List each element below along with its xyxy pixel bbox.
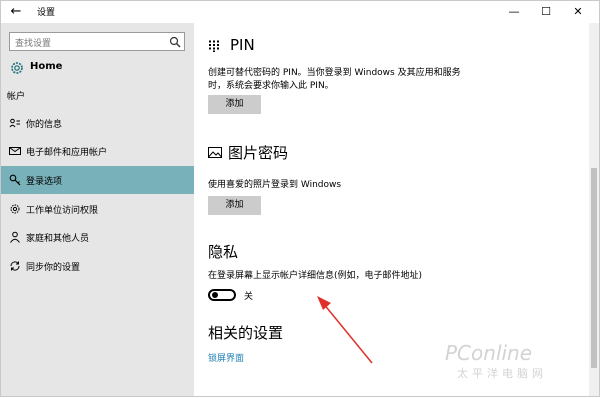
pin-add-button[interactable]: 添加 bbox=[208, 95, 261, 114]
mail-icon bbox=[9, 147, 21, 155]
privacy-title: 隐私 bbox=[208, 243, 239, 261]
sidebar-item-sign-in-options[interactable]: 登录选项 bbox=[1, 166, 194, 194]
close-button[interactable]: ✕ bbox=[563, 1, 593, 23]
sidebar-item-label: 电子邮件和应用帐户 bbox=[26, 148, 108, 158]
search-input[interactable]: 查找设置 bbox=[9, 32, 185, 51]
privacy-toggle[interactable] bbox=[208, 289, 236, 301]
window-title: 设置 bbox=[37, 8, 56, 18]
picture-password-add-button[interactable]: 添加 bbox=[208, 196, 261, 215]
picture-icon bbox=[208, 147, 222, 158]
toggle-knob bbox=[212, 292, 218, 298]
person-card-icon bbox=[9, 118, 20, 128]
picture-password-description: 使用喜爱的照片登录到 Windows bbox=[208, 180, 342, 190]
privacy-toggle-state: 关 bbox=[244, 292, 254, 302]
sidebar-item-your-info[interactable]: 你的信息 bbox=[1, 109, 194, 137]
search-icon[interactable] bbox=[169, 36, 181, 48]
privacy-description: 在登录屏幕上显示帐户详细信息(例如，电子邮件地址) bbox=[208, 271, 423, 281]
lock-screen-link[interactable]: 锁屏界面 bbox=[208, 351, 244, 364]
title-bar: ← 设置 — ☐ ✕ bbox=[1, 1, 599, 23]
scrollbar[interactable] bbox=[589, 23, 599, 396]
sidebar-item-label: 登录选项 bbox=[26, 177, 63, 187]
settings-window: ← 设置 — ☐ ✕ 查找设置 Home 帐户 你的信息 电子邮件和应用帐户 登… bbox=[0, 0, 600, 397]
keypad-icon bbox=[209, 40, 219, 52]
pin-title: PIN bbox=[230, 36, 255, 54]
watermark-logo: PConline bbox=[445, 341, 533, 365]
related-settings-title: 相关的设置 bbox=[208, 324, 284, 342]
watermark-subtitle: 太平洋电脑网 bbox=[457, 367, 547, 380]
sidebar-item-label: 你的信息 bbox=[26, 120, 63, 130]
minimize-button[interactable]: — bbox=[499, 1, 529, 23]
home-nav-item[interactable]: Home bbox=[1, 57, 194, 79]
watermark: PConline 太平洋电脑网 bbox=[445, 341, 585, 381]
search-placeholder: 查找设置 bbox=[15, 39, 52, 49]
key-icon bbox=[9, 174, 21, 186]
sidebar-item-label: 工作单位访问权限 bbox=[26, 206, 99, 216]
picture-password-title: 图片密码 bbox=[228, 144, 289, 162]
person-icon bbox=[10, 231, 20, 243]
sidebar-item-email-accounts[interactable]: 电子邮件和应用帐户 bbox=[1, 137, 194, 165]
pin-description-line2: 时，系统会要求你输入此 PIN。 bbox=[208, 81, 334, 91]
briefcase-icon bbox=[10, 204, 20, 214]
sidebar-item-label: 家庭和其他人员 bbox=[26, 234, 90, 244]
sync-icon bbox=[10, 261, 20, 271]
section-label-accounts: 帐户 bbox=[7, 92, 26, 102]
gear-icon bbox=[11, 62, 23, 74]
back-arrow-icon[interactable]: ← bbox=[7, 3, 25, 21]
home-label: Home bbox=[30, 61, 63, 72]
sidebar-item-sync[interactable]: 同步你的设置 bbox=[1, 252, 194, 280]
sidebar-item-work-access[interactable]: 工作单位访问权限 bbox=[1, 195, 194, 223]
scrollbar-thumb[interactable] bbox=[591, 168, 597, 368]
pin-description-line1: 创建可替代密码的 PIN。当你登录到 Windows 及其应用和服务 bbox=[208, 68, 461, 78]
sidebar: 查找设置 Home 帐户 你的信息 电子邮件和应用帐户 登录选项 工作单位访问权… bbox=[1, 23, 194, 396]
sidebar-item-family[interactable]: 家庭和其他人员 bbox=[1, 223, 194, 251]
sidebar-item-label: 同步你的设置 bbox=[26, 263, 81, 273]
maximize-button[interactable]: ☐ bbox=[531, 1, 561, 23]
